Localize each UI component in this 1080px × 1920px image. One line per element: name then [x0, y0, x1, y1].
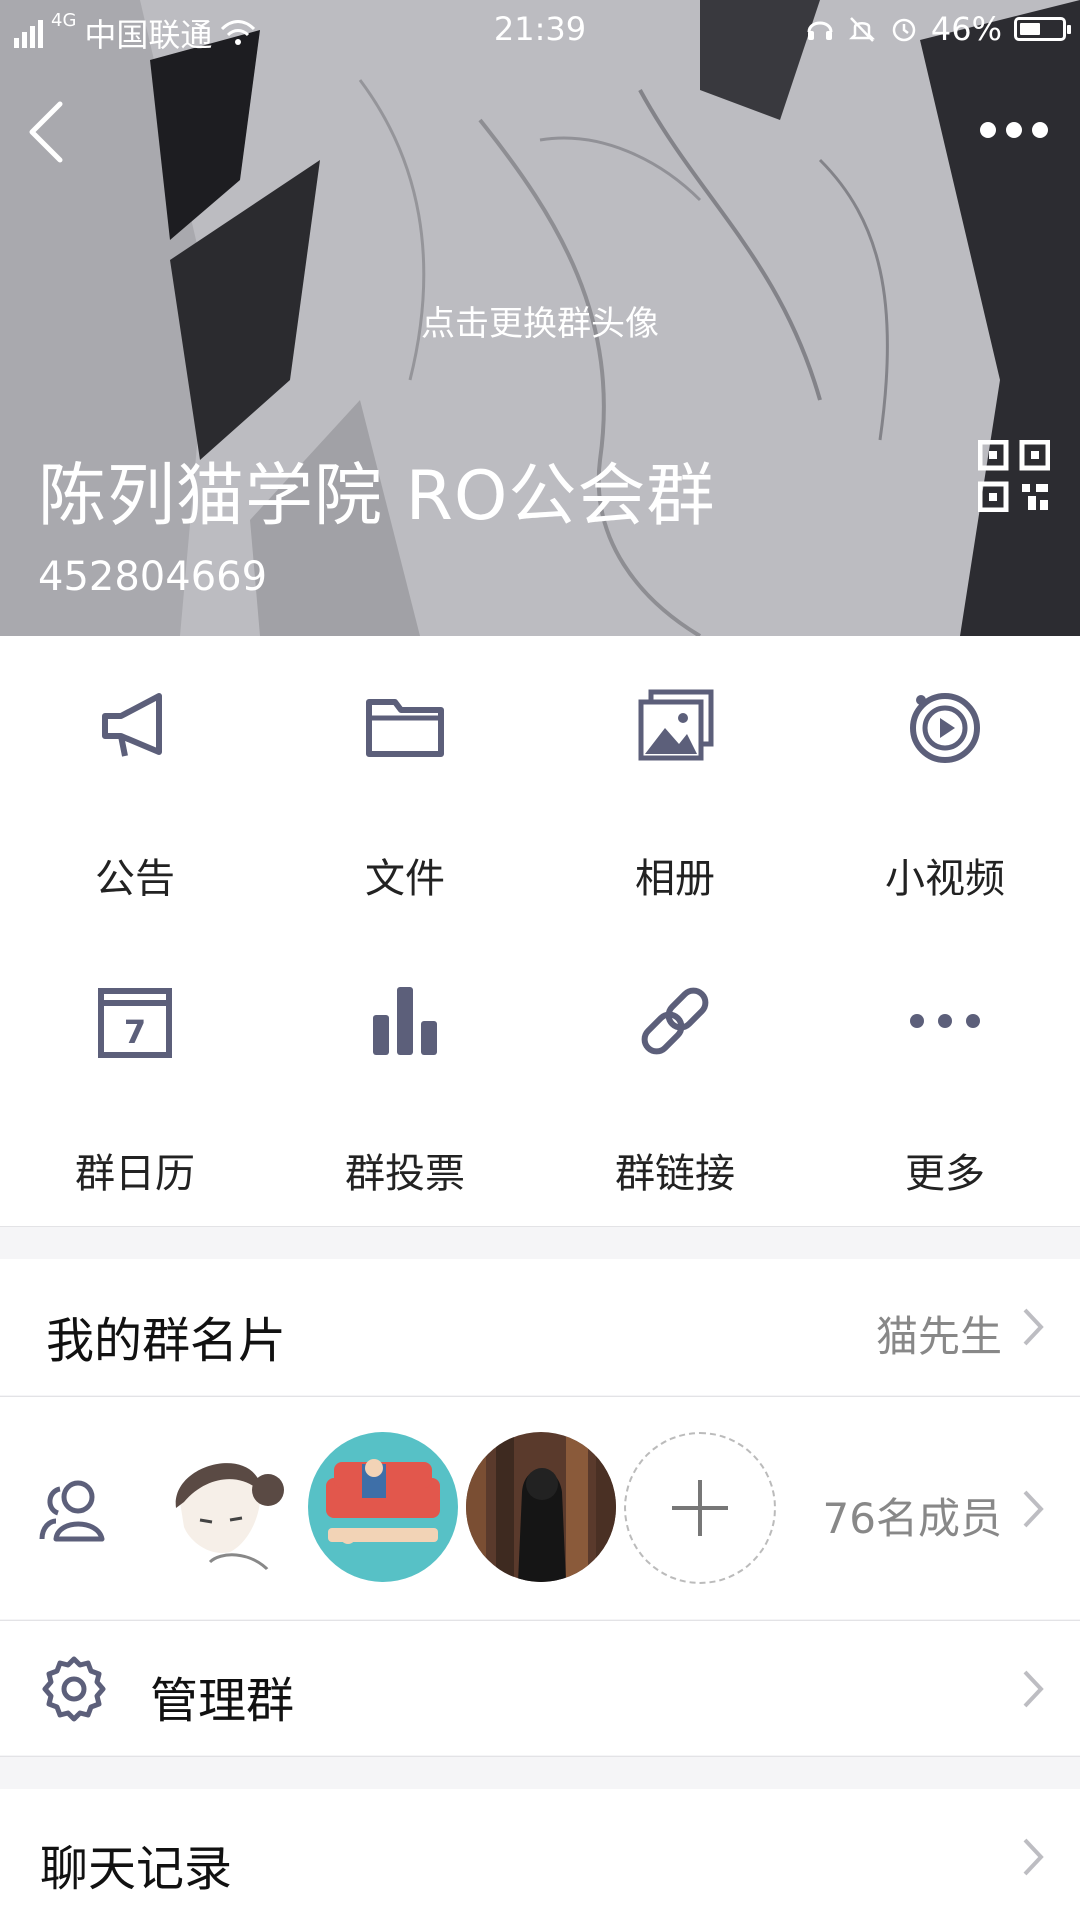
members-icon	[39, 1480, 105, 1542]
my-group-card-row[interactable]: 我的群名片 猫先生	[0, 1259, 1080, 1395]
chevron-right-icon	[1023, 1670, 1044, 1708]
dot-icon	[980, 122, 996, 138]
avatar[interactable]	[466, 1432, 616, 1582]
feature-label: 公告	[95, 856, 175, 902]
add-member-button[interactable]	[624, 1432, 776, 1584]
feature-announcement[interactable]: 公告	[0, 636, 270, 906]
chat-history-title: 聊天记录	[40, 1841, 233, 1897]
feature-more[interactable]: 更多	[810, 931, 1080, 1201]
dot-icon	[1032, 122, 1048, 138]
back-button[interactable]	[20, 96, 80, 166]
feature-grid: 公告 文件 相册 小视频 7 群日历 群投票 群链接 更多	[0, 636, 1080, 1226]
feature-label: 更多	[905, 1151, 985, 1197]
avatar[interactable]	[150, 1432, 300, 1582]
feature-vote[interactable]: 群投票	[270, 931, 540, 1201]
member-count: 76名成员	[822, 1494, 1002, 1543]
avatar[interactable]	[308, 1432, 458, 1582]
bar-chart-icon	[373, 987, 437, 1055]
photo-album-icon	[638, 689, 714, 761]
feature-calendar[interactable]: 7 群日历	[0, 931, 270, 1201]
dot-icon	[1006, 122, 1022, 138]
manage-group-row[interactable]: 管理群	[0, 1621, 1080, 1755]
group-name: 陈列猫学院 RO公会群	[38, 457, 716, 536]
feature-label: 小视频	[885, 856, 1005, 902]
status-bar: 4G 中国联通 21:39 46%	[0, 0, 1080, 60]
bell-muted-icon	[848, 17, 875, 42]
feature-label: 群日历	[75, 1151, 195, 1197]
feature-label: 相册	[635, 856, 715, 902]
qr-code-icon[interactable]	[978, 440, 1050, 512]
folder-icon	[366, 699, 444, 757]
feature-files[interactable]: 文件	[270, 636, 540, 906]
chat-history-row[interactable]: 聊天记录	[0, 1789, 1080, 1920]
feature-link[interactable]: 群链接	[540, 931, 810, 1201]
manage-group-title: 管理群	[150, 1673, 295, 1729]
gear-icon	[42, 1656, 106, 1722]
member-avatars	[150, 1432, 776, 1584]
more-options-button[interactable]	[980, 110, 1060, 150]
alarm-icon	[892, 18, 916, 42]
section-divider	[0, 1226, 1080, 1260]
chevron-right-icon	[1023, 1490, 1044, 1528]
feature-album[interactable]: 相册	[540, 636, 810, 906]
status-right: 46%	[805, 10, 1071, 48]
chevron-right-icon	[1023, 1308, 1044, 1346]
section-divider	[0, 1756, 1080, 1790]
chevron-right-icon	[1023, 1838, 1044, 1876]
my-group-card-value: 猫先生	[875, 1312, 1002, 1361]
plus-icon	[672, 1480, 728, 1536]
my-group-card-title: 我的群名片	[46, 1313, 287, 1369]
group-header: 4G 中国联通 21:39 46% 点击更换群头像 陈列猫学院 RO公会群 45…	[0, 0, 1080, 636]
feature-label: 群投票	[345, 1151, 465, 1197]
group-profile-screen: 4G 中国联通 21:39 46% 点击更换群头像 陈列猫学院 RO公会群 45…	[0, 0, 1080, 1920]
feature-label: 群链接	[615, 1151, 735, 1197]
more-icon	[910, 1014, 980, 1028]
headset-icon	[807, 21, 833, 40]
battery-percent: 46%	[930, 10, 1002, 48]
change-avatar-hint[interactable]: 点击更换群头像	[0, 296, 1080, 345]
calendar-icon: 7	[98, 988, 172, 1058]
calendar-day-text: 7	[124, 1013, 146, 1051]
video-icon	[910, 693, 980, 763]
battery-icon	[1014, 17, 1071, 41]
feature-video[interactable]: 小视频	[810, 636, 1080, 906]
group-id: 452804669	[38, 554, 268, 600]
feature-label: 文件	[365, 856, 445, 902]
link-icon	[641, 987, 709, 1055]
megaphone-icon	[102, 693, 162, 757]
